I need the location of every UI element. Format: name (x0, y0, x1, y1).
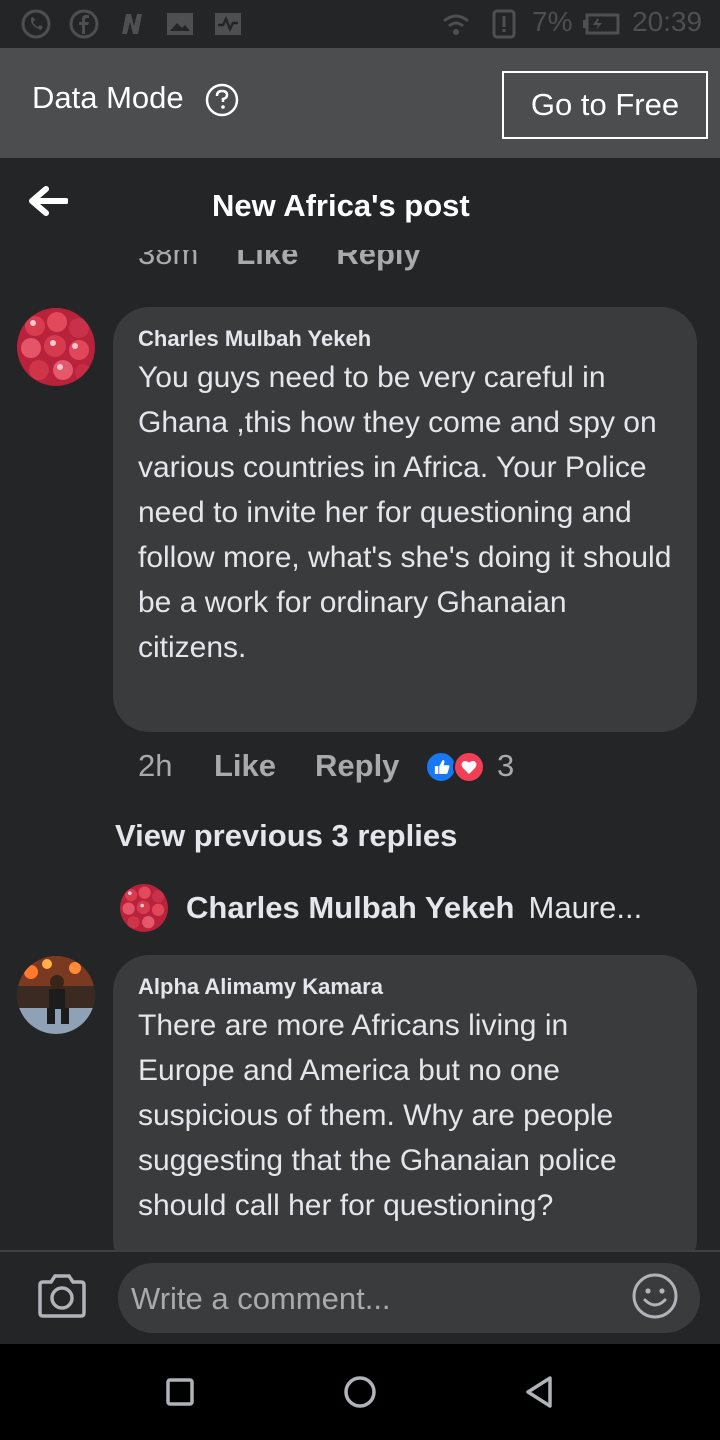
reply-snippet: Maure... (528, 890, 643, 925)
reactions-summary[interactable] (425, 749, 487, 783)
page-title: New Africa's post (212, 188, 470, 223)
reply-author[interactable]: Charles Mulbah Yekeh (186, 890, 515, 926)
avatar[interactable] (17, 308, 95, 386)
data-mode-label: Data Mode (32, 80, 184, 115)
camera-icon[interactable] (36, 1273, 88, 1319)
gallery-icon (167, 13, 193, 35)
comment-author[interactable]: Charles Mulbah Yekeh (138, 325, 673, 353)
home-icon[interactable] (338, 1370, 382, 1414)
comment-author[interactable]: Alpha Alimamy Kamara (138, 973, 673, 1001)
news-icon (122, 14, 142, 34)
comment-text: There are more Africans living in Europe… (138, 1009, 617, 1222)
previous-comment-time: 38m (138, 250, 199, 271)
battery-percent: 7% (532, 6, 573, 37)
clock: 20:39 (632, 6, 703, 37)
like-button[interactable]: Like (214, 748, 315, 784)
previous-reply-button[interactable]: Reply (336, 250, 420, 272)
comment-bubble[interactable]: Charles Mulbah Yekeh You guys need to be… (113, 307, 697, 732)
love-reaction-icon (453, 751, 485, 783)
comments-list[interactable]: 38m Like Reply Charles Mulbah Yekeh You … (0, 250, 720, 1250)
previous-comment-actions: 38m Like Reply (138, 250, 421, 272)
comment-time: 2h (138, 748, 173, 783)
person-avatar-image (17, 956, 95, 1034)
previous-like-button[interactable]: Like (236, 250, 298, 272)
wifi-icon (443, 14, 469, 35)
comment-actions: 2h Like Reply 3 (138, 748, 514, 784)
battery-icon (583, 13, 620, 35)
avatar[interactable] (17, 956, 95, 1034)
view-previous-replies[interactable]: View previous 3 replies (115, 818, 457, 854)
comment-bubble[interactable]: Alpha Alimamy Kamara There are more Afri… (113, 955, 697, 1250)
status-bar: 7% 20:39 (0, 0, 720, 48)
emoji-icon[interactable] (631, 1272, 679, 1320)
go-to-free-button[interactable]: Go to Free (502, 71, 708, 139)
apples-avatar-image (17, 308, 95, 386)
comment-text: You guys need to be very careful in Ghan… (138, 361, 672, 664)
whatsapp-icon (21, 9, 51, 39)
alert-icon (492, 9, 516, 39)
back-nav-icon[interactable] (518, 1370, 562, 1414)
activity-icon (215, 13, 241, 35)
reaction-count[interactable]: 3 (497, 748, 514, 784)
help-icon[interactable] (205, 83, 239, 117)
comment-input[interactable] (131, 1279, 601, 1319)
facebook-icon (69, 9, 99, 39)
avatar (120, 884, 168, 932)
back-arrow-icon[interactable] (26, 183, 68, 219)
recents-icon[interactable] (158, 1370, 202, 1414)
reply-preview[interactable]: Charles Mulbah Yekeh Maure... (120, 884, 642, 932)
apples-avatar-image (120, 884, 168, 932)
reply-button[interactable]: Reply (315, 748, 425, 784)
